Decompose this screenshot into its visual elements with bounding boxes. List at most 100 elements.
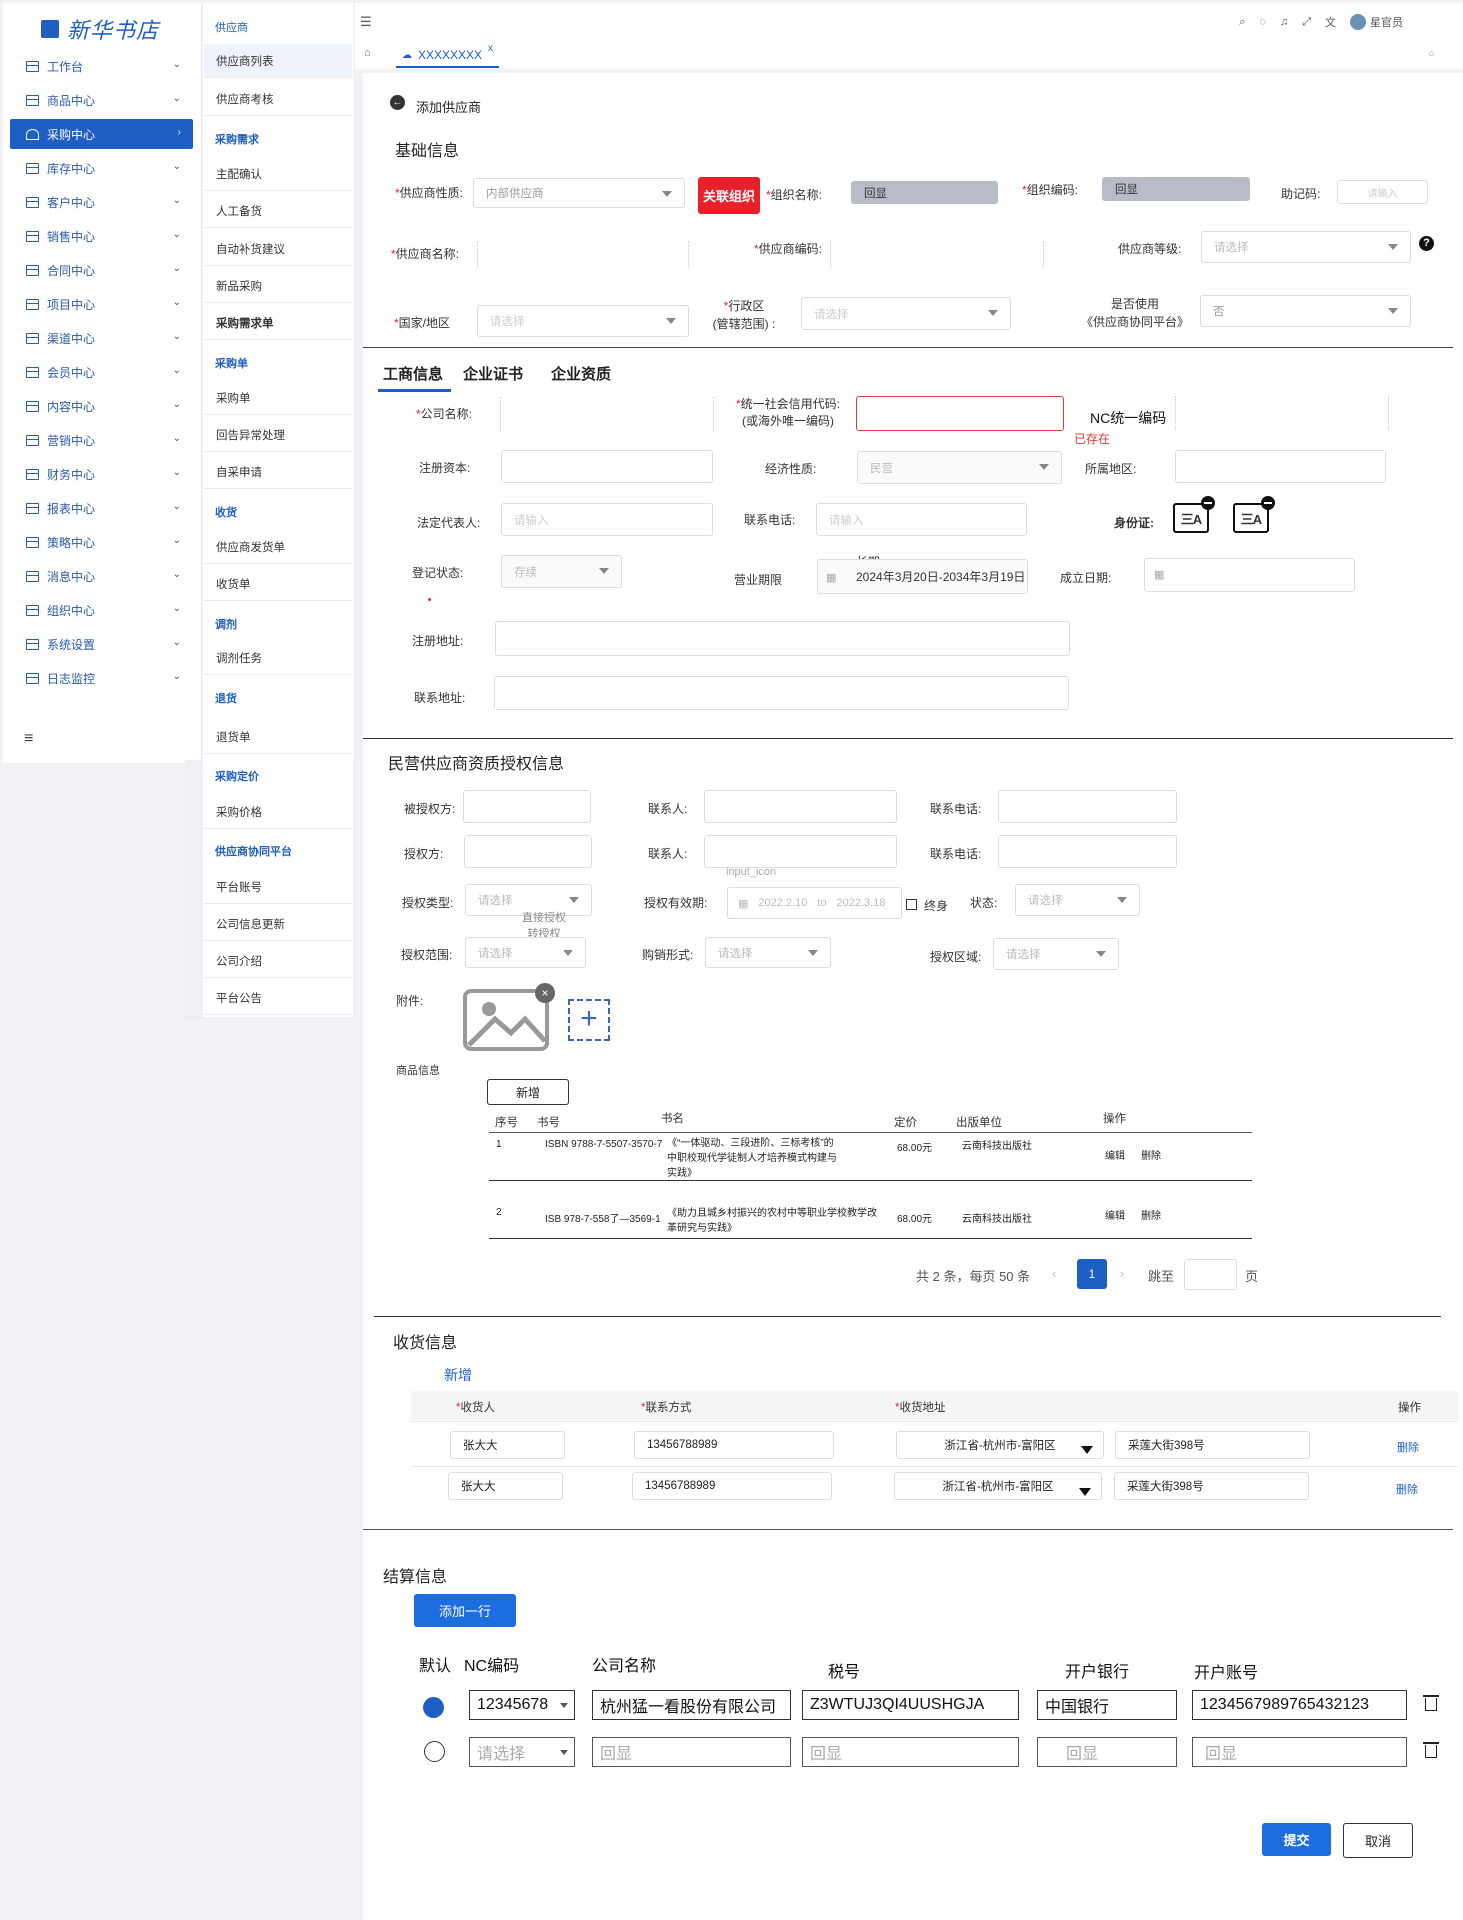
tab-current[interactable]: ☁ XXXXXXXX x [396, 43, 500, 68]
sidebar-item-marketing[interactable]: 营销中心 ⌄ [10, 425, 193, 455]
tab-certificate[interactable]: 企业证书 [463, 363, 523, 384]
region-select[interactable]: 请选择 [801, 297, 1011, 330]
sidebar-item-customer[interactable]: 客户中心 ⌄ [10, 187, 193, 217]
default-radio-selected[interactable] [423, 1697, 444, 1718]
translate-icon[interactable]: 文 [1325, 14, 1336, 30]
submenu-transfer-task[interactable]: 调剂任务 [204, 641, 352, 675]
submenu-receipt[interactable]: 收货单 [204, 567, 352, 601]
sidebar-item-org[interactable]: 组织中心 ⌄ [10, 595, 193, 625]
auth-scope-select[interactable]: 请选择 [465, 937, 586, 968]
company-input[interactable] [500, 397, 714, 431]
grantee-phone-input[interactable] [998, 790, 1177, 823]
sidebar-item-contract[interactable]: 合同中心 ⌄ [10, 255, 193, 285]
default-radio[interactable] [424, 1741, 445, 1762]
contact-address-input[interactable] [494, 676, 1069, 710]
sidebar-item-content[interactable]: 内容中心 ⌄ [10, 391, 193, 421]
submenu-section-platform[interactable]: 供应商协同平台 [215, 843, 292, 859]
lifetime-checkbox[interactable] [906, 899, 917, 910]
trash-icon[interactable] [1423, 1742, 1439, 1758]
submenu-return[interactable]: 退货单 [204, 720, 352, 754]
receiver-phone-input[interactable]: 13456788989 [632, 1472, 832, 1500]
bank-input[interactable]: 中国银行 [1037, 1690, 1177, 1720]
back-icon[interactable]: ← [390, 95, 405, 110]
sidebar-item-goods[interactable]: 商品中心 ⌄ [10, 85, 193, 115]
submenu-account[interactable]: 平台账号 [204, 870, 352, 904]
reg-address-input[interactable] [495, 621, 1070, 656]
auth-date-range[interactable]: ▦ 2022.2.10 to 2022.3.18 [727, 887, 902, 919]
submenu-manual[interactable]: 人工备货 [204, 194, 352, 228]
area-input[interactable] [1175, 450, 1386, 483]
nc-code-select[interactable]: 请选择 [469, 1737, 575, 1767]
submit-button[interactable]: 提交 [1262, 1823, 1331, 1856]
submenu-intro[interactable]: 公司介绍 [204, 944, 352, 978]
bell-icon[interactable]: ♫ [1280, 16, 1288, 28]
message-icon[interactable]: ◌ [1259, 16, 1266, 28]
legal-input[interactable]: 请输入 [501, 503, 713, 536]
nc-code-input[interactable] [1175, 396, 1389, 430]
goods-add-button[interactable]: 新增 [487, 1079, 569, 1105]
submenu-ship[interactable]: 供应商发货单 [204, 530, 352, 564]
menu-collapse-icon[interactable]: ≡ [24, 730, 33, 748]
pager-prev-icon[interactable]: ‹ [1052, 1266, 1056, 1281]
submenu-main-confirm[interactable]: 主配确认 [204, 157, 352, 191]
account-input[interactable]: 回显 [1192, 1737, 1407, 1767]
receiver-input[interactable]: 张大大 [448, 1472, 563, 1500]
sidebar-item-member[interactable]: 会员中心 ⌄ [10, 357, 193, 387]
sidebar-item-project[interactable]: 项目中心 ⌄ [10, 289, 193, 319]
submenu-self[interactable]: 自采申请 [204, 455, 352, 489]
receive-delete-link[interactable]: 删除 [1397, 1439, 1419, 1455]
submenu-order[interactable]: 采购单 [204, 381, 352, 415]
receive-delete-link[interactable]: 删除 [1396, 1481, 1418, 1497]
menu-toggle-icon[interactable]: ☰ [360, 14, 372, 30]
submenu-new[interactable]: 新品采购 [204, 269, 352, 303]
street-input[interactable]: 采莲大街398号 [1114, 1472, 1309, 1500]
submenu-section-transfer[interactable]: 调剂 [215, 616, 237, 632]
grantee-input[interactable] [463, 790, 591, 823]
submenu-section-order[interactable]: 采购单 [215, 355, 248, 371]
submenu-section-receive[interactable]: 收货 [215, 504, 237, 520]
found-date-input[interactable] [1144, 558, 1355, 592]
help-icon[interactable]: ? [1419, 236, 1434, 251]
submenu-section-demand[interactable]: 采购需求 [215, 131, 259, 147]
submenu-exception[interactable]: 回告异常处理 [204, 418, 352, 452]
pager-jump-input[interactable] [1184, 1259, 1237, 1290]
search-icon[interactable]: ⌕ [1239, 16, 1245, 29]
sidebar-item-message[interactable]: 消息中心 ⌄ [10, 561, 193, 591]
sidebar-item-workbench[interactable]: 工作台 ⌄ [10, 51, 193, 81]
supplier-code-input[interactable] [830, 241, 1044, 267]
level-select[interactable]: 请选择 [1201, 231, 1411, 263]
submenu-auto[interactable]: 自动补货建议 [204, 232, 352, 266]
user-menu[interactable]: 星官员 [1350, 14, 1403, 30]
platform-select[interactable]: 否 [1200, 295, 1411, 327]
submenu-price[interactable]: 采购价格 [204, 795, 352, 829]
sidebar-item-sales[interactable]: 销售中心 ⌄ [10, 221, 193, 251]
sidebar-item-purchase[interactable]: 采购中心 › [10, 119, 193, 149]
add-attachment-icon[interactable]: + [568, 999, 610, 1041]
bank-input[interactable]: 回显 [1037, 1737, 1177, 1767]
submenu-notice[interactable]: 平台公告 [204, 981, 352, 1015]
supplier-name-input[interactable] [477, 241, 689, 267]
tab-biz-info[interactable]: 工商信息 [383, 363, 443, 384]
term-range-input[interactable]: 2024年3月20日-2034年3月19日 [817, 559, 1028, 594]
option-direct[interactable]: 直接授权 [522, 912, 566, 924]
auth-state-select[interactable]: 请选择 [1015, 884, 1140, 916]
delete-link[interactable]: 删除 [1141, 1147, 1161, 1162]
credit-code-input[interactable] [856, 396, 1064, 431]
tax-no-input[interactable]: 回显 [802, 1737, 1019, 1767]
sidebar-item-finance[interactable]: 财务中心 ⌄ [10, 459, 193, 489]
sidebar-item-report[interactable]: 报表中心 ⌄ [10, 493, 193, 523]
delete-link[interactable]: 删除 [1141, 1207, 1161, 1222]
auth-region-select[interactable]: 请选择 [993, 938, 1119, 970]
submenu-section-supplier[interactable]: 供应商 [215, 19, 248, 35]
cancel-button[interactable]: 取消 [1343, 1823, 1413, 1858]
tax-no-input[interactable]: Z3WTUJ3QI4UUSHGJA [802, 1690, 1019, 1720]
sidebar-item-inventory[interactable]: 库存中心 ⌄ [10, 153, 193, 183]
submenu-supplier-eval[interactable]: 供应商考核 [204, 82, 352, 116]
submenu-section-pricing[interactable]: 采购定价 [215, 768, 259, 784]
grantor-contact-input[interactable] [704, 835, 897, 868]
grantee-contact-input[interactable] [704, 790, 897, 823]
region-cascader[interactable]: 浙江省-杭州市-富阳区 [896, 1431, 1104, 1459]
company-name-input[interactable]: 回显 [592, 1737, 791, 1767]
region-cascader[interactable]: 浙江省-杭州市-富阳区 [894, 1472, 1102, 1500]
trash-icon[interactable] [1423, 1695, 1439, 1711]
